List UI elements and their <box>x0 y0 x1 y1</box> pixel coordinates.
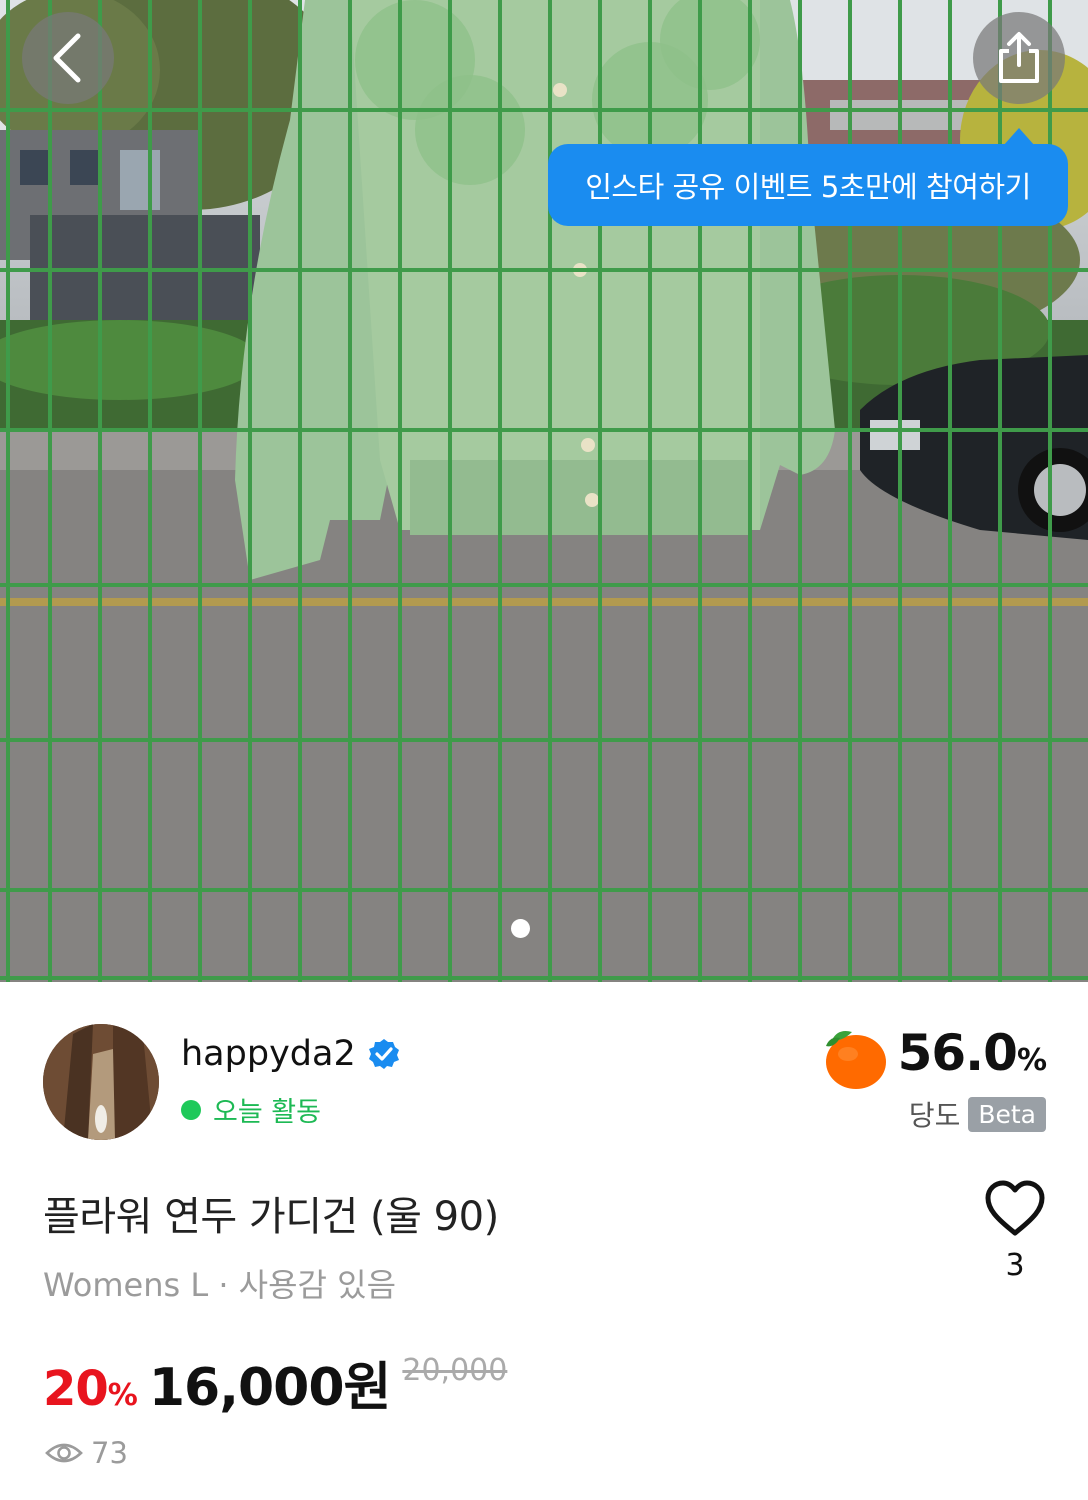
sweetness-number: 56.0 <box>897 1024 1018 1082</box>
sweetness-value: 56.0% <box>897 1024 1047 1082</box>
gallery-page-indicator <box>511 919 530 938</box>
price-row: 20% 16,000원 20,000 <box>43 1345 507 1420</box>
seller-name[interactable]: happyda2 <box>181 1034 400 1074</box>
back-button[interactable] <box>22 12 114 104</box>
beta-badge: Beta <box>968 1096 1046 1132</box>
product-title: 플라워 연두 가디건 (울 90) <box>43 1194 499 1240</box>
like-count: 3 <box>1005 1248 1025 1283</box>
seller-avatar[interactable] <box>43 1024 159 1140</box>
view-count-value: 73 <box>91 1436 128 1470</box>
discount-unit: % <box>107 1378 138 1413</box>
discount-number: 20 <box>43 1361 109 1417</box>
view-count: 73 <box>45 1436 128 1470</box>
chevron-left-icon <box>53 33 81 83</box>
share-button[interactable] <box>973 12 1065 104</box>
verified-badge-icon <box>368 1039 399 1069</box>
seller-name-text: happyda2 <box>181 1034 356 1074</box>
avatar-image <box>43 1024 159 1140</box>
discount-rate: 20% <box>43 1361 138 1417</box>
sweetness-label-row: 당도 Beta <box>909 1094 1046 1134</box>
sale-price: 16,000원 <box>148 1358 392 1418</box>
activity-label: 오늘 활동 <box>213 1097 321 1128</box>
eye-icon <box>45 1443 83 1463</box>
heart-icon <box>985 1180 1045 1236</box>
original-price: 20,000 <box>402 1353 508 1388</box>
sweetness-score[interactable]: 56.0% 당도 Beta <box>820 1024 1050 1144</box>
share-event-tooltip[interactable]: 인스타 공유 이벤트 5초만에 참여하기 <box>548 128 1068 226</box>
sweetness-label: 당도 <box>908 1099 961 1132</box>
seller-activity-status: 오늘 활동 <box>181 1090 321 1129</box>
product-meta: Womens L · 사용감 있음 <box>43 1266 397 1304</box>
product-photo[interactable]: 인스타 공유 이벤트 5초만에 참여하기 <box>0 0 1088 982</box>
sweetness-unit: % <box>1016 1043 1047 1078</box>
online-dot-icon <box>181 1099 201 1120</box>
tangerine-icon <box>826 1031 886 1089</box>
like-button[interactable]: 3 <box>982 1180 1048 1310</box>
share-icon <box>999 32 1039 83</box>
